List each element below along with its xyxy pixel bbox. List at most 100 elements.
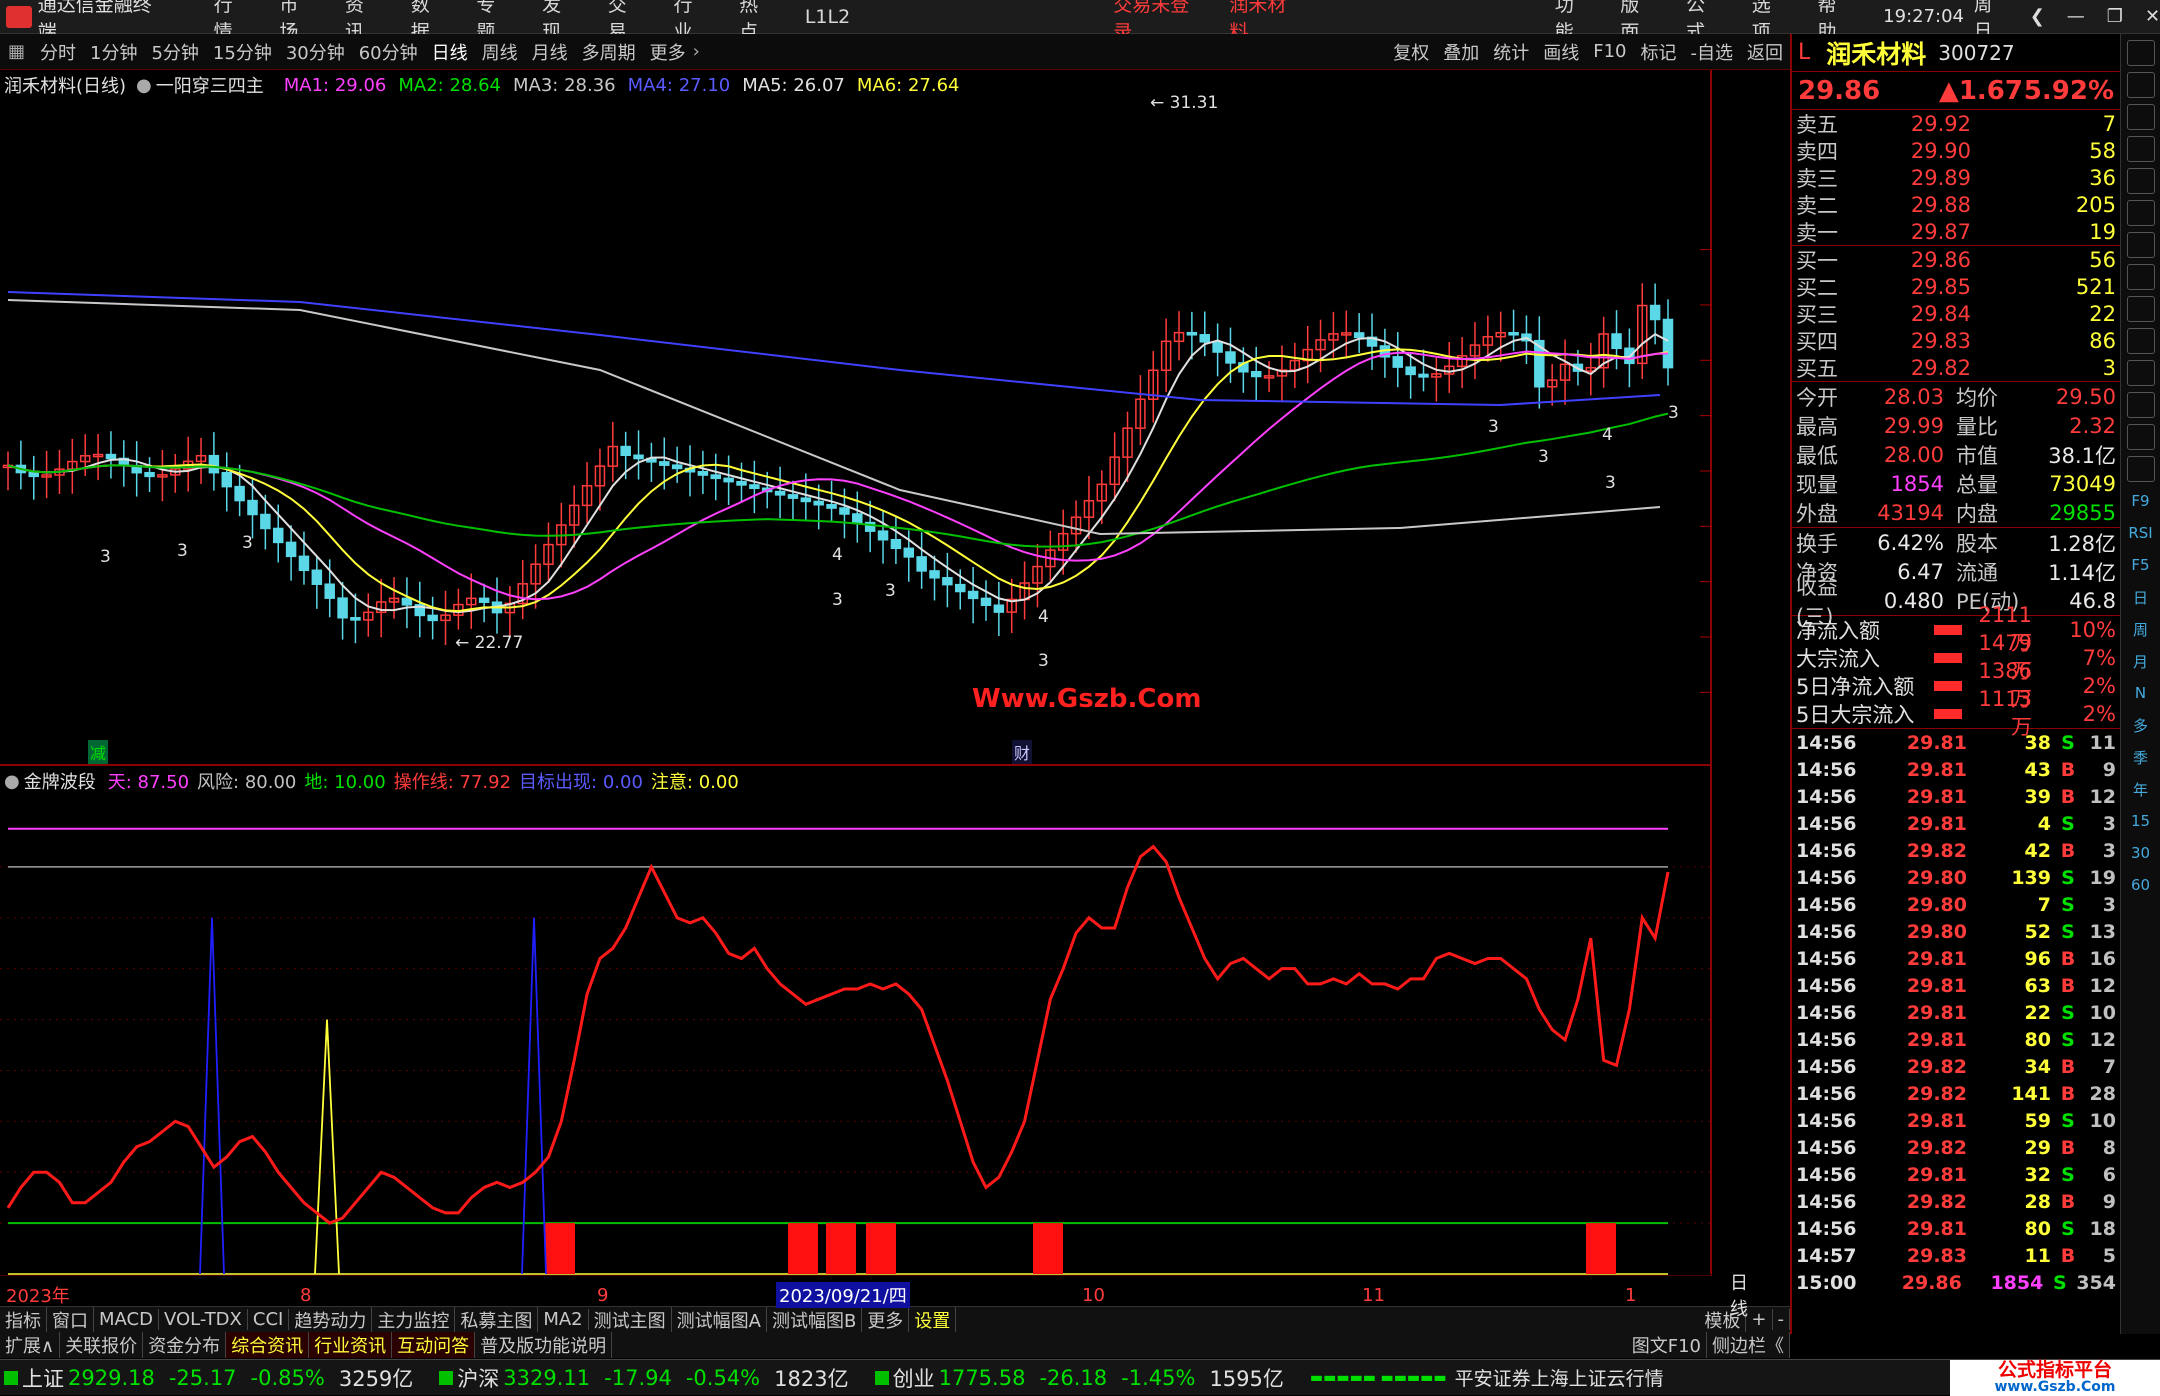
indicator-tab[interactable]: 更多 xyxy=(862,1306,910,1333)
btn-overlay[interactable]: 叠加 xyxy=(1436,39,1486,65)
side-icon-11[interactable]: 30 xyxy=(2127,840,2155,866)
side-icon-2[interactable]: F5 xyxy=(2127,552,2155,578)
indicator-tab[interactable]: VOL-TDX xyxy=(159,1309,248,1330)
tab-more[interactable]: 更多 xyxy=(643,39,693,65)
stats-block-2: 换手 6.42% 股本 1.28亿 净资 6.47 流通 1.14亿 收益(三) 0.480 PE(… xyxy=(1792,527,2120,629)
side-icon-12[interactable]: 60 xyxy=(2127,872,2155,898)
add-button[interactable]: + xyxy=(1746,1309,1773,1330)
indicator-tab[interactable]: 窗口 xyxy=(47,1306,94,1333)
indicator-tab[interactable]: 私募主图 xyxy=(455,1306,539,1333)
tab-30min[interactable]: 30分钟 xyxy=(279,39,352,65)
down-icon[interactable] xyxy=(2126,136,2155,162)
index-quote[interactable]: 创业 1775.58 -26.18 -1.45% 1595亿 xyxy=(874,1363,1310,1393)
side-icon-0[interactable]: F9 xyxy=(2127,488,2155,514)
kline-icon[interactable] xyxy=(2126,328,2155,354)
info-tab[interactable]: 关联报价 xyxy=(60,1332,144,1358)
indicator-tab[interactable]: MA2 xyxy=(538,1309,589,1330)
side-icon-5[interactable]: 月 xyxy=(2127,648,2155,674)
indicator-tab[interactable]: 测试幅图A xyxy=(672,1306,767,1333)
back-icon[interactable]: ❮ xyxy=(2030,6,2045,27)
side-icon-9[interactable]: 年 xyxy=(2127,776,2155,802)
indicator-tab[interactable]: 设置 xyxy=(909,1306,957,1333)
btn-stats[interactable]: 统计 xyxy=(1486,39,1536,65)
side-icon-8[interactable]: 季 xyxy=(2127,744,2155,770)
ask-row[interactable]: 卖四 29.90 58 xyxy=(1792,137,2120,164)
side-icon-bar: F9 RSI F5 日周月 N 多季年 15 30 60 xyxy=(2120,34,2160,1334)
remove-button[interactable]: - xyxy=(1773,1309,1790,1330)
info-tab[interactable]: 综合资讯 xyxy=(226,1332,310,1358)
indicator-tab[interactable]: 趋势动力 xyxy=(289,1306,373,1333)
restore-icon[interactable]: ❐ xyxy=(2107,6,2123,27)
index-quote[interactable]: 上证 2929.18 -25.17 -0.85% 3259亿 xyxy=(4,1363,439,1393)
pen-icon[interactable] xyxy=(2126,424,2155,450)
indicator-tab[interactable]: 测试主图 xyxy=(589,1306,672,1333)
btn-mark[interactable]: 标记 xyxy=(1634,39,1684,65)
ask-row[interactable]: 卖二 29.88 205 xyxy=(1792,191,2120,218)
btn-remove-fav[interactable]: -自选 xyxy=(1684,39,1741,65)
info-tab[interactable]: 行业资讯 xyxy=(309,1332,393,1358)
toolbar-menu-icon[interactable]: ▦ xyxy=(0,41,33,62)
tab-1min[interactable]: 1分钟 xyxy=(83,39,144,65)
f5-icon[interactable] xyxy=(2126,456,2155,482)
f10-tab[interactable]: 图文F10 xyxy=(1627,1332,1707,1358)
side-icon-10[interactable]: 15 xyxy=(2127,808,2155,834)
indicator-tab[interactable]: 指标 xyxy=(0,1306,47,1333)
compass-icon[interactable] xyxy=(2126,392,2155,418)
side-icon-7[interactable]: 多 xyxy=(2127,712,2155,738)
close-icon[interactable]: ✕ xyxy=(2145,6,2160,27)
indicator-tab[interactable]: 主力监控 xyxy=(372,1306,456,1333)
indicator-tab[interactable]: MACD xyxy=(94,1309,159,1330)
btn-f10[interactable]: F10 xyxy=(1586,41,1633,62)
chevron-right-icon[interactable]: › xyxy=(693,41,700,62)
up-icon[interactable] xyxy=(2126,72,2155,98)
btn-adjust[interactable]: 复权 xyxy=(1386,39,1436,65)
info-tab[interactable]: 扩展∧ xyxy=(0,1332,61,1358)
tab-60min[interactable]: 60分钟 xyxy=(352,39,425,65)
btn-draw[interactable]: 画线 xyxy=(1536,39,1586,65)
tab-monthly[interactable]: 月线 xyxy=(525,39,575,65)
rsi-icon[interactable] xyxy=(2126,360,2155,386)
side-icon-6[interactable]: N xyxy=(2127,680,2155,706)
info-tab[interactable]: 互动问答 xyxy=(392,1332,476,1358)
tick-side: S xyxy=(2061,893,2075,916)
indicator-tab[interactable]: 测试幅图B xyxy=(767,1306,863,1333)
indicator-tab[interactable]: CCI xyxy=(248,1309,290,1330)
btn-return[interactable]: 返回 xyxy=(1740,39,1790,65)
sidebar-tab[interactable]: 侧边栏《 xyxy=(1707,1332,1790,1358)
tab-daily[interactable]: 日线 xyxy=(425,39,475,65)
tab-5min[interactable]: 5分钟 xyxy=(144,39,205,65)
f9-icon[interactable] xyxy=(2126,296,2155,322)
info-tab[interactable]: 普及版功能说明 xyxy=(475,1332,613,1358)
ask-row[interactable]: 卖一 29.87 19 xyxy=(1792,218,2120,245)
chart-icon[interactable] xyxy=(2126,200,2155,226)
tick-count: 18 xyxy=(2089,1217,2116,1240)
minimize-icon[interactable]: — xyxy=(2067,6,2085,27)
bid-row[interactable]: 买一 29.86 56 xyxy=(1792,246,2120,273)
ask-row[interactable]: 卖三 29.89 36 xyxy=(1792,164,2120,191)
flow-key: 净流入额 xyxy=(1796,619,1880,643)
tick-list[interactable]: 14:56 29.81 38 S 11 14:56 29.81 43 B 9 14:56 29.81 3… xyxy=(1792,728,2120,1296)
ask-row[interactable]: 卖五 29.92 7 xyxy=(1792,110,2120,137)
tick-price: 29.81 xyxy=(1906,974,1967,997)
info-tab[interactable]: 资金分布 xyxy=(143,1332,227,1358)
bid-row[interactable]: 买二 29.85 521 xyxy=(1792,273,2120,300)
tab-multi-period[interactable]: 多周期 xyxy=(575,39,643,65)
tab-weekly[interactable]: 周线 xyxy=(475,39,525,65)
side-icon-3[interactable]: 日 xyxy=(2127,584,2155,610)
bid-row[interactable]: 买五 29.82 3 xyxy=(1792,354,2120,381)
index-quote[interactable]: 沪深 3329.11 -17.94 -0.54% 1823亿 xyxy=(439,1363,874,1393)
refresh-icon[interactable] xyxy=(2126,104,2155,130)
grid-icon[interactable] xyxy=(2126,168,2155,194)
list-icon[interactable] xyxy=(2126,232,2155,258)
table-icon[interactable] xyxy=(2126,264,2155,290)
menu-l1l2[interactable]: L1L2 xyxy=(805,6,850,28)
tab-timeshare[interactable]: 分时 xyxy=(33,39,83,65)
bid-row[interactable]: 买四 29.83 86 xyxy=(1792,327,2120,354)
tab-15min[interactable]: 15分钟 xyxy=(206,39,279,65)
candlestick-chart[interactable]: 润禾材料(日线) ● 一阳穿三四主 MA1: 29.06 MA2: 28.64 … xyxy=(0,70,1712,764)
side-icon-4[interactable]: 周 xyxy=(2127,616,2155,642)
bid-row[interactable]: 买三 29.84 22 xyxy=(1792,300,2120,327)
indicator-chart[interactable]: ● 金牌波段 天: 87.50 风险: 80.00 地: 10.00 操作线: … xyxy=(0,764,1712,1276)
side-icon-1[interactable]: RSI xyxy=(2127,520,2155,546)
close-icon[interactable] xyxy=(2126,40,2155,66)
